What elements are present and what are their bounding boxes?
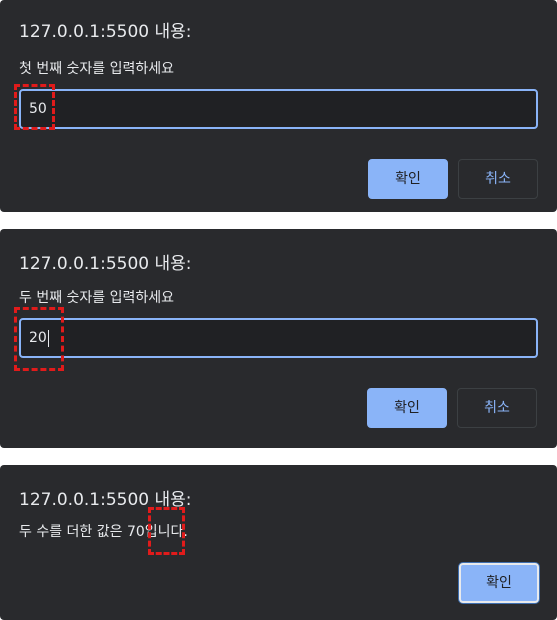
input-value: 20 — [29, 330, 47, 346]
number-input[interactable]: 20 — [19, 318, 538, 358]
alert-dialog-result: 127.0.0.1:5500 내용: 두 수를 더한 값은 70입니다. 확인 — [0, 465, 557, 620]
cancel-button[interactable]: 취소 — [457, 388, 537, 428]
ok-button[interactable]: 확인 — [459, 563, 539, 603]
input-value: 50 — [29, 101, 47, 117]
dialog-message: 두 번째 숫자를 입력하세요 — [19, 290, 175, 306]
dialog-origin-title: 127.0.0.1:5500 내용: — [19, 490, 192, 510]
dialog-origin-title: 127.0.0.1:5500 내용: — [19, 22, 192, 42]
text-caret — [47, 329, 49, 347]
ok-button[interactable]: 확인 — [368, 159, 448, 199]
ok-button[interactable]: 확인 — [367, 388, 447, 428]
prompt-dialog-second-number: 127.0.0.1:5500 내용: 두 번째 숫자를 입력하세요 20 확인 … — [0, 229, 557, 448]
dialog-message: 첫 번째 숫자를 입력하세요 — [19, 61, 175, 77]
cancel-button[interactable]: 취소 — [458, 159, 538, 199]
dialog-message: 두 수를 더한 값은 70입니다. — [19, 524, 188, 540]
number-input[interactable]: 50 — [19, 89, 538, 129]
prompt-dialog-first-number: 127.0.0.1:5500 내용: 첫 번째 숫자를 입력하세요 50 확인 … — [0, 0, 557, 212]
dialog-origin-title: 127.0.0.1:5500 내용: — [19, 254, 192, 274]
